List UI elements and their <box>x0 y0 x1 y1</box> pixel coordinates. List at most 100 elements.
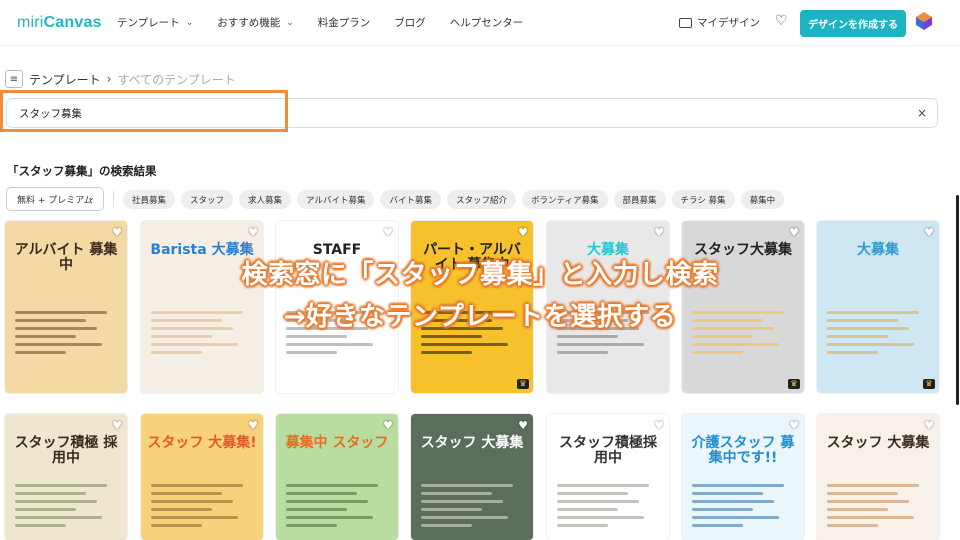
template-card-body <box>15 311 117 359</box>
tag-chip[interactable]: アルバイト募集 <box>297 190 375 209</box>
tag-chip[interactable]: 部員募集 <box>613 190 666 209</box>
template-card[interactable]: スタッフ大募集 ♥ ♛ <box>682 221 804 393</box>
results-title: 「スタッフ募集」の検索結果 <box>7 164 157 178</box>
tag-chip[interactable]: チラシ 募集 <box>671 190 735 209</box>
template-card-body <box>827 484 929 532</box>
template-card-body <box>827 311 929 359</box>
tag-chip[interactable]: スタッフ <box>181 190 234 209</box>
favorite-heart-icon[interactable]: ♥ <box>112 419 122 432</box>
favorite-heart-icon[interactable]: ♥ <box>789 419 799 432</box>
template-card[interactable]: スタッフ積極採用中 ♥ <box>547 414 669 540</box>
template-card-body <box>286 311 388 359</box>
template-card[interactable]: 介護スタッフ 募集中です!! ♥ <box>682 414 804 540</box>
logo-light-text: miri <box>17 14 44 31</box>
template-card-title: パート・アルバイト 募集中 <box>423 242 521 274</box>
main-nav: テンプレート ⌄ おすすめ機能 ⌄ 料金プラン ブログ ヘルプセンター <box>117 15 547 30</box>
my-design-link[interactable]: マイデザイン <box>679 15 760 30</box>
template-card[interactable]: スタッフ 大募集 ♥ <box>411 414 533 540</box>
template-card[interactable]: パート・アルバイト 募集中 ♥ ♛ <box>411 221 533 393</box>
template-card-body <box>557 484 659 532</box>
template-card-body <box>421 311 523 359</box>
filter-divider <box>113 191 114 207</box>
template-card-title: 介護スタッフ 募集中です!! <box>691 435 795 467</box>
nav-label: おすすめ機能 <box>217 17 281 29</box>
nav-item-templates[interactable]: テンプレート ⌄ <box>117 15 193 30</box>
template-card-body <box>692 311 794 359</box>
premium-crown-icon: ♛ <box>923 379 935 389</box>
nav-label: テンプレート <box>117 17 180 29</box>
favorite-heart-icon[interactable]: ♥ <box>924 226 934 239</box>
create-design-button[interactable]: デザインを作成する <box>800 10 906 37</box>
template-card-body <box>557 311 659 359</box>
plan-filter-value: 無料 + プレミアム <box>17 195 93 206</box>
template-card[interactable]: スタッフ積極 採用中 ♥ <box>5 414 127 540</box>
favorite-heart-icon[interactable]: ♥ <box>248 419 258 432</box>
template-card-title: 大募集 <box>857 242 899 258</box>
template-card[interactable]: スタッフ 大募集 ♥ <box>817 414 939 540</box>
nav-label: 料金プラン <box>317 17 371 29</box>
template-card-body <box>151 484 253 532</box>
tag-chip[interactable]: ボランティア募集 <box>522 190 608 209</box>
breadcrumb-chevron-icon: › <box>106 72 112 86</box>
plan-filter-select[interactable]: 無料 + プレミアム ⌄ <box>6 187 104 211</box>
chevron-down-icon: ⌄ <box>87 193 95 203</box>
search-highlight-box <box>0 90 288 132</box>
nav-item-features[interactable]: おすすめ機能 ⌄ <box>217 15 294 30</box>
template-card-body <box>15 484 117 532</box>
template-card-title: スタッフ 大募集 <box>420 435 524 451</box>
favorite-heart-icon[interactable]: ♥ <box>383 419 393 432</box>
template-card-body <box>286 484 388 532</box>
template-card[interactable]: Barista 大募集 ♥ <box>141 221 263 393</box>
chevron-down-icon: ⌄ <box>286 17 294 28</box>
tag-chip[interactable]: スタッフ紹介 <box>446 190 516 209</box>
tag-chip[interactable]: 募集中 <box>740 190 785 209</box>
template-card[interactable]: スタッフ 大募集! ♥ <box>141 414 263 540</box>
clear-search-icon[interactable]: × <box>917 106 927 120</box>
template-card-title: アルバイト 募集中 <box>14 242 118 274</box>
premium-crown-icon: ♛ <box>517 379 529 389</box>
premium-crown-icon: ♛ <box>788 379 800 389</box>
logo[interactable]: miriCanvas <box>17 14 102 32</box>
breadcrumb: ≡ テンプレート › すべてのテンプレート <box>5 70 236 88</box>
scrollbar-thumb[interactable] <box>956 195 959 405</box>
template-card-body <box>421 484 523 532</box>
favorite-heart-icon[interactable]: ♥ <box>924 419 934 432</box>
folder-icon <box>679 17 692 28</box>
template-card[interactable]: 大募集 ♥ <box>547 221 669 393</box>
my-design-label: マイデザイン <box>697 17 760 29</box>
template-card-title: 募集中 スタッフ <box>285 435 389 451</box>
template-card-title: 大募集 <box>587 242 629 258</box>
filter-sliders-icon[interactable]: ≡ <box>5 70 23 88</box>
favorites-heart-icon[interactable]: ♡ <box>775 13 788 29</box>
tag-chip[interactable]: 求人募集 <box>239 190 292 209</box>
logo-bold-text: Canvas <box>43 14 102 31</box>
breadcrumb-root[interactable]: テンプレート <box>29 71 101 88</box>
top-header: miriCanvas テンプレート ⌄ おすすめ機能 ⌄ 料金プラン ブログ ヘルプ… <box>0 0 960 46</box>
nav-item-pricing[interactable]: 料金プラン <box>318 15 371 30</box>
nav-label: ブログ <box>394 17 426 29</box>
favorite-heart-icon[interactable]: ♥ <box>789 226 799 239</box>
favorite-heart-icon[interactable]: ♥ <box>518 226 528 239</box>
template-card-title: スタッフ大募集 <box>694 242 792 258</box>
tag-chip[interactable]: バイト募集 <box>380 190 441 209</box>
favorite-heart-icon[interactable]: ♥ <box>112 226 122 239</box>
user-avatar[interactable] <box>914 11 934 33</box>
chevron-down-icon: ⌄ <box>185 17 194 28</box>
template-card[interactable]: 大募集 ♥ ♛ <box>817 221 939 393</box>
template-card-title: スタッフ積極 採用中 <box>14 435 118 467</box>
template-card[interactable]: 募集中 スタッフ ♥ <box>276 414 398 540</box>
favorite-heart-icon[interactable]: ♥ <box>518 419 528 432</box>
nav-item-blog[interactable]: ブログ <box>394 15 426 30</box>
nav-item-help[interactable]: ヘルプセンター <box>450 15 524 30</box>
template-card[interactable]: STAFF ♥ <box>276 221 398 393</box>
template-card-title: スタッフ 大募集 <box>826 435 930 451</box>
breadcrumb-current: すべてのテンプレート <box>117 72 236 87</box>
favorite-heart-icon[interactable]: ♥ <box>654 226 664 239</box>
favorite-heart-icon[interactable]: ♥ <box>654 419 664 432</box>
template-card-title: スタッフ積極採用中 <box>559 435 657 467</box>
template-card[interactable]: アルバイト 募集中 ♥ <box>5 221 127 393</box>
favorite-heart-icon[interactable]: ♥ <box>248 226 258 239</box>
favorite-heart-icon[interactable]: ♥ <box>383 226 393 239</box>
tag-chip[interactable]: 社員募集 <box>123 190 176 209</box>
template-card-title: Barista 大募集 <box>150 242 254 258</box>
